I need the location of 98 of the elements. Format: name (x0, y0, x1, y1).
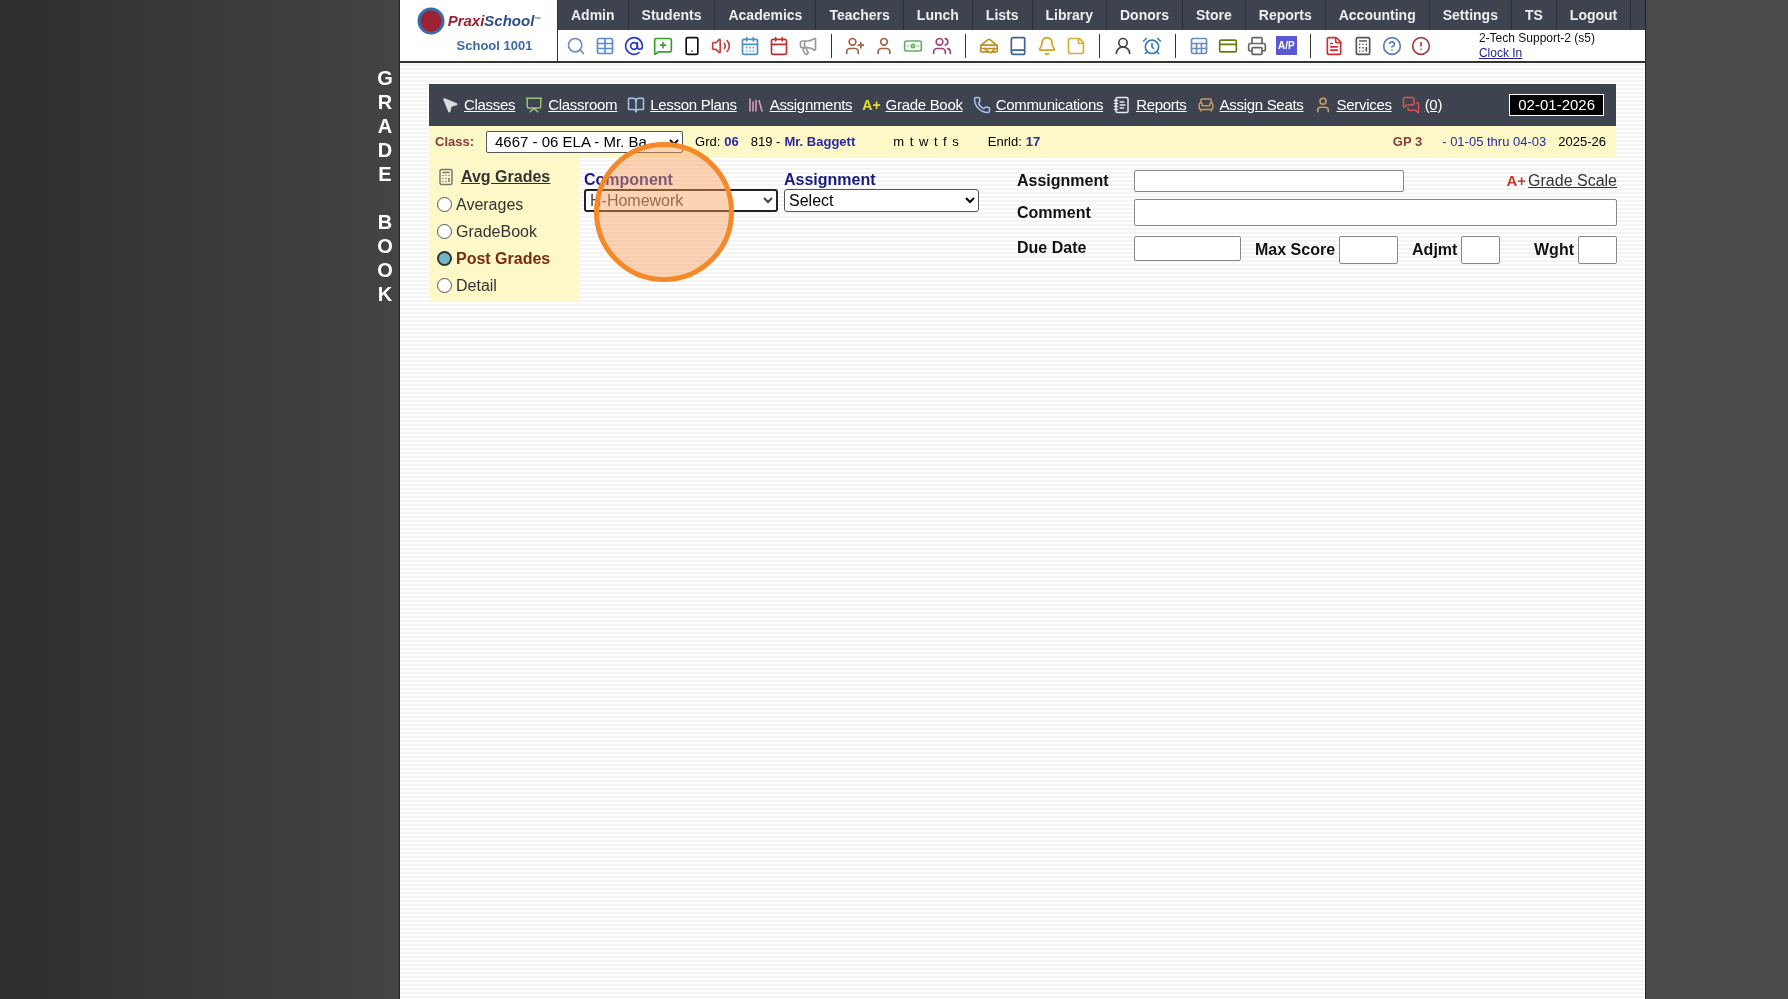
view-radio[interactable] (437, 278, 452, 293)
alert-icon[interactable] (1410, 35, 1431, 56)
period-range: - 01-05 thru 04-03 (1442, 132, 1547, 151)
view-label: GradeBook (456, 221, 537, 242)
bell-icon[interactable] (1037, 35, 1057, 56)
notepad-icon (1113, 96, 1132, 114)
logo-brand: PraxiSchool$^{™}$ (447, 10, 542, 31)
books-icon (746, 96, 765, 114)
nav-link[interactable]: Admin (558, 0, 629, 30)
clock-in-link[interactable]: Clock In (1478, 45, 1595, 61)
phone-icon[interactable] (682, 35, 702, 56)
due-date-input[interactable] (1134, 235, 1241, 261)
toolbar-link[interactable]: (0) (1424, 93, 1443, 117)
toolbar-link[interactable]: Services (1336, 93, 1392, 117)
book-icon[interactable] (1008, 35, 1028, 56)
toolbar-link[interactable]: Assign Seats (1219, 93, 1304, 117)
adjustment-input[interactable] (1461, 236, 1501, 264)
nav-link[interactable]: Library (1032, 0, 1107, 30)
nav-link[interactable]: Academics (715, 0, 817, 30)
view-label: Post Grades (456, 248, 551, 269)
nav-link[interactable]: Settings (1429, 0, 1512, 30)
view-radio[interactable] (437, 251, 452, 266)
grade-scale-link[interactable]: Grade Scale (1528, 169, 1617, 193)
meeting-days: m t w t f s (893, 131, 960, 152)
chair-icon (1196, 96, 1215, 114)
toolbar-link[interactable]: Assignments (769, 93, 853, 117)
enrolled-label: Enrld: (987, 132, 1022, 151)
nav-link[interactable]: Students (628, 0, 716, 30)
calendar-icon[interactable] (769, 35, 789, 56)
people-icon[interactable] (932, 35, 952, 56)
view-radio[interactable] (437, 197, 452, 212)
at-sign-icon[interactable] (624, 35, 644, 56)
max-score-input[interactable] (1339, 236, 1399, 264)
side-title: GRADE BOOK (376, 66, 394, 306)
speaker-icon[interactable] (711, 35, 731, 56)
person-icon[interactable] (1113, 35, 1133, 56)
person-icon[interactable] (874, 35, 894, 56)
calculator-icon (437, 168, 455, 186)
room-number: 819 - (750, 132, 781, 151)
logo-icon (415, 5, 446, 36)
grade-value: 06 (724, 132, 739, 151)
cursor-icon (441, 96, 459, 114)
view-label: Averages (456, 194, 524, 215)
assignment-input[interactable] (1134, 170, 1404, 192)
nav-link[interactable]: Reports (1245, 0, 1326, 30)
assignment-select[interactable]: Select (784, 189, 979, 212)
chat-plus-icon[interactable] (653, 35, 673, 56)
grade-scale-icon: A+ (1506, 169, 1527, 193)
chat-icon (1401, 96, 1420, 114)
nav-link[interactable]: TS (1511, 0, 1557, 30)
calendar-grid-icon[interactable] (740, 35, 760, 56)
toolbar-link[interactable]: Reports (1136, 93, 1187, 117)
chalkboard-icon (525, 96, 544, 114)
assignment-label: Assignment (784, 171, 877, 189)
toolbar-link[interactable]: Grade Book (885, 93, 963, 117)
comment-input[interactable] (1134, 199, 1617, 226)
class-label: Class: (435, 132, 475, 151)
phone-icon (972, 96, 991, 114)
toolbar-link[interactable]: Lesson Plans (650, 93, 737, 117)
teacher-name: Mr. Baggett (784, 132, 856, 151)
due-date-label: Due Date (1017, 238, 1088, 258)
spreadsheet-icon[interactable] (1189, 35, 1209, 56)
grading-period: GP 3 (1392, 132, 1423, 151)
ap-icon[interactable]: A/P (1276, 36, 1297, 55)
toolbar-link[interactable]: Classroom (548, 93, 618, 117)
weight-input[interactable] (1578, 236, 1617, 264)
date-display: 02-01-2026 (1509, 94, 1604, 116)
view-radio[interactable] (437, 224, 452, 239)
school-name: School 1001 (456, 36, 533, 55)
printer-icon[interactable] (1247, 35, 1267, 56)
grade-icon: A+ (862, 94, 881, 116)
nav-link[interactable]: Logout (1556, 0, 1632, 30)
nav-link[interactable]: Accounting (1325, 0, 1430, 30)
nav-link[interactable]: Lists (972, 0, 1033, 30)
nav-link[interactable]: Donors (1107, 0, 1183, 30)
max-score-label: Max Score (1255, 240, 1336, 260)
megaphone-icon[interactable] (798, 35, 818, 56)
nav-link[interactable]: Teachers (816, 0, 904, 30)
toolbar-link[interactable]: Classes (464, 93, 516, 117)
weight-label: Wght (1534, 240, 1574, 260)
add-person-icon[interactable] (845, 35, 865, 56)
school-year: 2025-26 (1558, 132, 1606, 151)
search-icon[interactable] (566, 35, 586, 56)
help-icon[interactable] (1381, 35, 1402, 56)
adjustment-label: Adjmt (1412, 240, 1458, 260)
nav-link[interactable]: Store (1183, 0, 1246, 30)
assignment-field-label: Assignment (1017, 171, 1110, 191)
user-name: 2-Tech Support-2 (s5) (1478, 30, 1595, 46)
nav-link[interactable]: Lunch (903, 0, 973, 30)
enrolled-count: 17 (1025, 132, 1041, 151)
view-label: Detail (456, 275, 497, 296)
comment-label: Comment (1017, 202, 1092, 223)
book-icon (627, 96, 646, 114)
grade-label: Grd: (695, 132, 721, 151)
alarm-clock-icon[interactable] (1142, 35, 1162, 56)
avg-grades-link[interactable]: Avg Grades (461, 165, 551, 189)
table-icon[interactable] (595, 35, 615, 56)
toolbar-link[interactable]: Communications (995, 93, 1104, 117)
